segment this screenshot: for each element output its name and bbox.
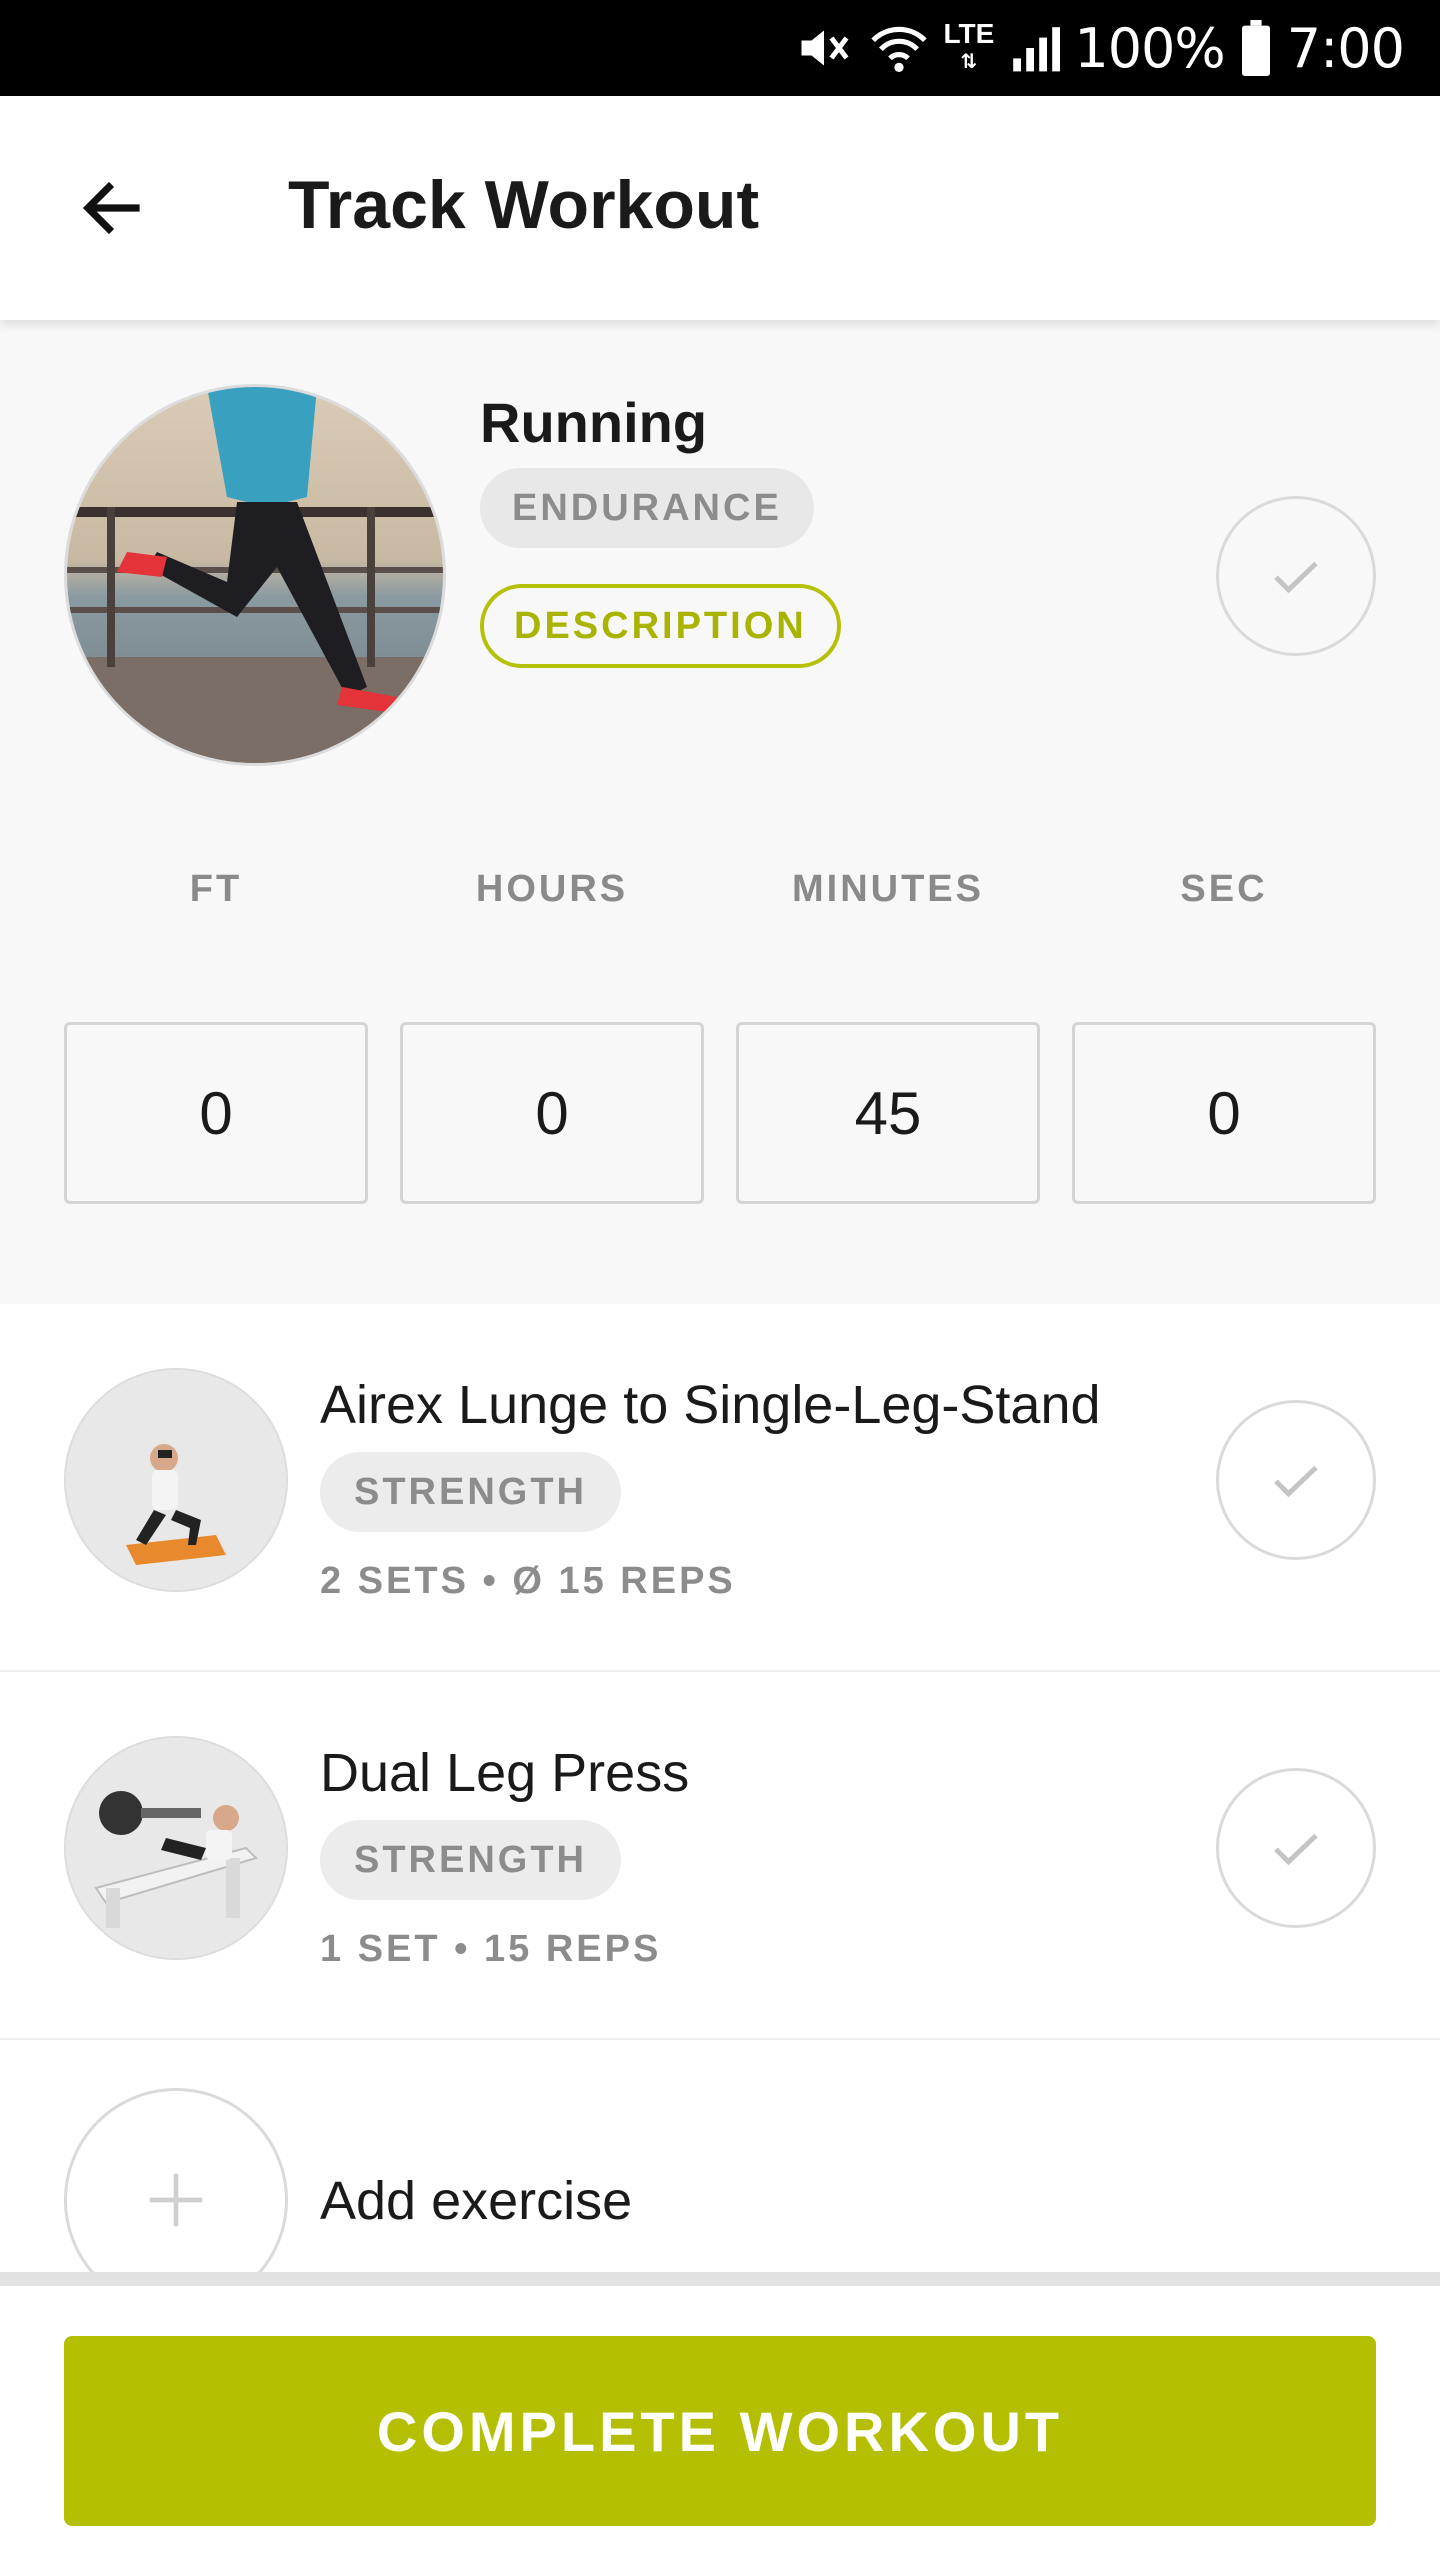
app-bar: Track Workout xyxy=(0,96,1440,320)
clock: 7:00 xyxy=(1286,16,1405,80)
list-item[interactable]: Dual Leg Press STRENGTH 1 SET • 15 REPS xyxy=(0,1672,1440,2040)
ft-input[interactable]: 0 xyxy=(64,1022,368,1204)
page-title: Track Workout xyxy=(288,167,760,243)
category-chip: STRENGTH xyxy=(320,1820,621,1900)
status-bar: LTE ⇅ 100% 7:00 xyxy=(0,0,1440,96)
mute-vibrate-icon xyxy=(794,18,854,78)
category-chip: ENDURANCE xyxy=(480,468,814,548)
bottom-bar: COMPLETE WORKOUT xyxy=(0,2272,1440,2560)
metric-label-sec: SEC xyxy=(1180,868,1268,910)
check-icon xyxy=(1274,561,1318,594)
battery-icon xyxy=(1239,18,1273,78)
signal-icon xyxy=(1008,18,1061,78)
plus-icon xyxy=(149,2173,203,2227)
list-item[interactable]: Airex Lunge to Single-Leg-Stand STRENGTH… xyxy=(0,1304,1440,1672)
arrow-left-icon xyxy=(82,181,140,235)
wifi-icon xyxy=(868,18,930,78)
metric-label-minutes: MINUTES xyxy=(792,868,984,910)
exercise-check-button[interactable] xyxy=(1216,1768,1376,1928)
back-button[interactable] xyxy=(60,156,164,260)
sec-input[interactable]: 0 xyxy=(1072,1022,1376,1204)
metric-label-hours: HOURS xyxy=(475,868,629,910)
add-exercise-row: Add exercise xyxy=(0,2042,1440,2312)
exercise-thumbnail xyxy=(64,1736,288,1960)
exercise-meta: 1 SET • 15 REPS xyxy=(320,1928,662,1970)
exercise-name: Airex Lunge to Single-Leg-Stand xyxy=(320,1375,1101,1435)
exercise-check-button[interactable] xyxy=(1216,1400,1376,1560)
workout-name: Running xyxy=(480,391,708,454)
exercise-meta: 2 SETS • Ø 15 REPS xyxy=(320,1560,736,1602)
lte-icon: LTE ⇅ xyxy=(943,18,995,74)
network-label: LTE xyxy=(943,18,995,49)
check-icon xyxy=(1274,1833,1318,1866)
complete-check-button[interactable] xyxy=(1216,496,1376,656)
workout-header-card: Running ENDURANCE DESCRIPTION FT HOURS M… xyxy=(0,320,1440,1304)
add-exercise-label[interactable]: Add exercise xyxy=(320,2170,632,2232)
check-icon xyxy=(1274,1465,1318,1498)
metric-label-ft: FT xyxy=(189,868,243,910)
hours-input[interactable]: 0 xyxy=(400,1022,704,1204)
description-button[interactable]: DESCRIPTION xyxy=(480,584,841,668)
exercise-name: Dual Leg Press xyxy=(320,1743,690,1803)
battery-percent: 100% xyxy=(1074,16,1225,80)
category-chip: STRENGTH xyxy=(320,1452,621,1532)
minutes-input[interactable]: 45 xyxy=(736,1022,1040,1204)
complete-workout-button[interactable]: COMPLETE WORKOUT xyxy=(64,2336,1376,2526)
exercise-thumbnail xyxy=(64,1368,288,1592)
running-photo xyxy=(64,384,446,766)
